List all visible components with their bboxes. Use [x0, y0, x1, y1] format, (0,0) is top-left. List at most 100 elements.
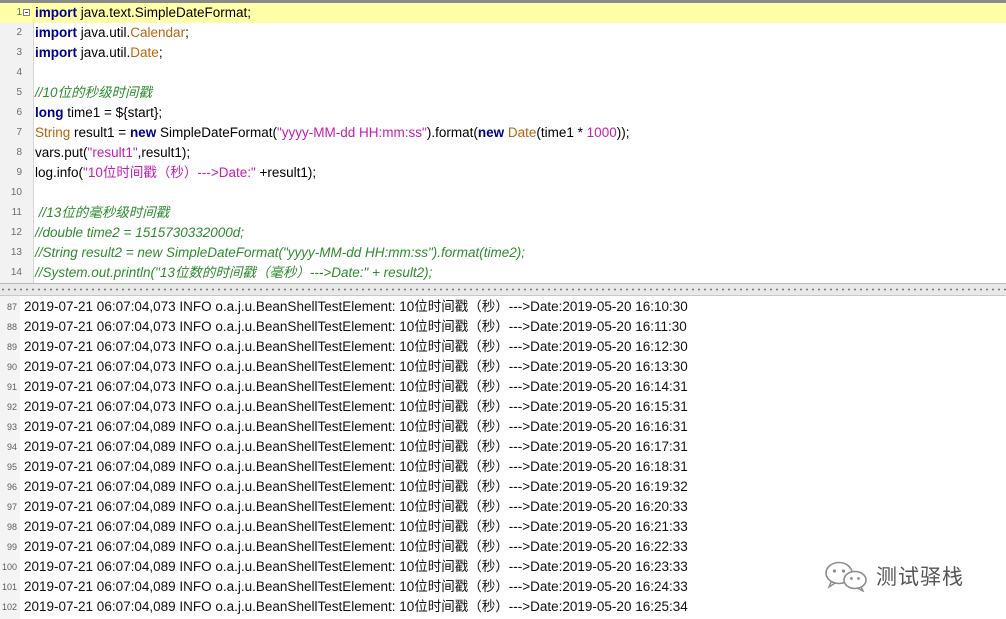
log-line[interactable]: 98 2019-07-21 06:07:04,089 INFO o.a.j.u.B… — [0, 517, 1006, 537]
log-message: 2019-07-21 06:07:04,073 INFO o.a.j.u.Bea… — [24, 399, 688, 414]
watermark: 测试驿栈 — [822, 558, 992, 594]
log-line[interactable]: 96 2019-07-21 06:07:04,089 INFO o.a.j.u.B… — [0, 477, 1006, 497]
log-message: 2019-07-21 06:07:04,089 INFO o.a.j.u.Bea… — [24, 599, 688, 614]
code-token: (time1 * — [536, 125, 587, 140]
line-number: 14 — [10, 267, 22, 278]
code-token: ,result1); — [137, 145, 191, 160]
log-line[interactable]: 92 2019-07-21 06:07:04,073 INFO o.a.j.u.B… — [0, 397, 1006, 417]
log-line[interactable]: 102 2019-07-21 06:07:04,089 INFO o.a.j.u.… — [0, 597, 1006, 617]
code-token: import — [35, 5, 77, 20]
code-token: Calendar — [130, 25, 186, 40]
log-line[interactable]: 95 2019-07-21 06:07:04,089 INFO o.a.j.u.B… — [0, 457, 1006, 477]
code-text[interactable]: log.info("10位时间戳（秒）--->Date:" +result1); — [35, 163, 316, 183]
code-line[interactable]: 6 long time1 = ${start}; — [0, 103, 1006, 123]
log-message: 2019-07-21 06:07:04,073 INFO o.a.j.u.Bea… — [24, 319, 687, 334]
code-text[interactable]: //10位的秒级时间戳 — [35, 83, 152, 103]
code-token: ; — [185, 25, 189, 40]
log-line[interactable]: 89 2019-07-21 06:07:04,073 INFO o.a.j.u.B… — [0, 337, 1006, 357]
pane-splitter[interactable] — [0, 283, 1006, 296]
log-line-number: 101 — [1, 582, 17, 592]
log-line[interactable]: 91 2019-07-21 06:07:04,073 INFO o.a.j.u.B… — [0, 377, 1006, 397]
code-token: log.info( — [35, 165, 84, 180]
log-message: 2019-07-21 06:07:04,089 INFO o.a.j.u.Bea… — [24, 519, 688, 534]
log-message: 2019-07-21 06:07:04,073 INFO o.a.j.u.Bea… — [24, 299, 688, 314]
watermark-text: 测试驿栈 — [876, 565, 964, 589]
code-line[interactable]: 10 — [0, 183, 1006, 203]
code-line[interactable]: 7 String result1 = new SimpleDateFormat("… — [0, 123, 1006, 143]
log-line-number: 97 — [6, 502, 17, 512]
code-token: 1000 — [586, 125, 617, 140]
code-token: java.util. — [77, 45, 131, 60]
code-text[interactable]: String result1 = new SimpleDateFormat("y… — [35, 123, 629, 143]
script-editor[interactable]: 1 import java.text.SimpleDateFormat; 2 impo… — [0, 0, 1006, 283]
log-line[interactable]: 90 2019-07-21 06:07:04,073 INFO o.a.j.u.B… — [0, 357, 1006, 377]
line-number: 5 — [16, 87, 22, 98]
line-number: 7 — [16, 127, 22, 138]
code-text[interactable]: //String result2 = new SimpleDateFormat(… — [35, 243, 525, 263]
log-message: 2019-07-21 06:07:04,073 INFO o.a.j.u.Bea… — [24, 359, 688, 374]
code-line[interactable]: 11 //13位的毫秒级时间戳 — [0, 203, 1006, 223]
code-text[interactable]: //13位的毫秒级时间戳 — [35, 203, 170, 223]
line-number: 12 — [10, 227, 22, 238]
line-number: 9 — [16, 167, 22, 178]
code-line[interactable]: 12 //double time2 = 1515730332000d; — [0, 223, 1006, 243]
splitter-grip — [0, 287, 1006, 292]
code-token: //System.out.println("13位数的时间戳（毫秒）--->Da… — [35, 265, 433, 280]
code-token: java.text.SimpleDateFormat; — [77, 5, 252, 20]
line-number: 4 — [16, 67, 22, 78]
code-token: java.util. — [77, 25, 131, 40]
code-line-current[interactable]: 1 import java.text.SimpleDateFormat; — [0, 3, 1006, 23]
log-line[interactable]: 99 2019-07-21 06:07:04,089 INFO o.a.j.u.B… — [0, 537, 1006, 557]
log-line[interactable]: 97 2019-07-21 06:07:04,089 INFO o.a.j.u.B… — [0, 497, 1006, 517]
code-token: time1 = ${start}; — [63, 105, 163, 120]
log-message: 2019-07-21 06:07:04,089 INFO o.a.j.u.Bea… — [24, 459, 688, 474]
code-token: String — [35, 125, 71, 140]
code-token: import — [35, 25, 77, 40]
code-text[interactable]: import java.util.Date; — [35, 43, 163, 63]
code-token: ; — [158, 45, 163, 60]
log-line-number: 89 — [6, 342, 17, 352]
log-line[interactable]: 88 2019-07-21 06:07:04,073 INFO o.a.j.u.B… — [0, 317, 1006, 337]
code-token: import — [35, 45, 77, 60]
code-text[interactable]: //double time2 = 1515730332000d; — [35, 223, 244, 243]
code-line[interactable]: 4 — [0, 63, 1006, 83]
log-line-number: 100 — [1, 562, 17, 572]
log-line[interactable]: 93 2019-07-21 06:07:04,089 INFO o.a.j.u.B… — [0, 417, 1006, 437]
code-text[interactable]: import java.util.Calendar; — [35, 23, 189, 43]
code-line[interactable]: 8 vars.put("result1",result1); — [0, 143, 1006, 163]
code-line[interactable]: 3 import java.util.Date; — [0, 43, 1006, 63]
code-token: long — [35, 105, 64, 120]
code-token: Date — [507, 125, 537, 140]
code-line[interactable]: 2 import java.util.Calendar; — [0, 23, 1006, 43]
log-line[interactable]: 94 2019-07-21 06:07:04,089 INFO o.a.j.u.B… — [0, 437, 1006, 457]
log-line-number: 102 — [1, 602, 17, 612]
line-number: 13 — [10, 247, 22, 258]
code-token: SimpleDateFormat( — [156, 125, 277, 140]
code-token: result1 = — [70, 125, 130, 140]
code-token: "yyyy-MM-dd HH:mm:ss" — [277, 125, 427, 140]
code-token: +result1); — [255, 165, 317, 180]
code-token: vars.put( — [35, 145, 88, 160]
code-text[interactable]: long time1 = ${start}; — [35, 103, 162, 123]
code-line[interactable]: 9 log.info("10位时间戳（秒）--->Date:" +result1)… — [0, 163, 1006, 183]
code-text[interactable]: //System.out.println("13位数的时间戳（毫秒）--->Da… — [35, 263, 432, 283]
code-line[interactable]: 5 //10位的秒级时间戳 — [0, 83, 1006, 103]
line-number: 10 — [10, 187, 22, 198]
code-text[interactable]: vars.put("result1",result1); — [35, 143, 190, 163]
log-line-number: 95 — [6, 462, 17, 472]
log-line[interactable]: 87 2019-07-21 06:07:04,073 INFO o.a.j.u.B… — [0, 297, 1006, 317]
line-number: 1 — [16, 7, 22, 18]
code-text[interactable]: import java.text.SimpleDateFormat; — [35, 3, 251, 23]
log-message: 2019-07-21 06:07:04,073 INFO o.a.j.u.Bea… — [24, 339, 688, 354]
log-line-number: 94 — [6, 442, 17, 452]
code-token: ).format( — [426, 125, 478, 140]
log-message: 2019-07-21 06:07:04,089 INFO o.a.j.u.Bea… — [24, 539, 688, 554]
log-line-number: 90 — [6, 362, 17, 372]
code-line[interactable]: 14 //System.out.println("13位数的时间戳（毫秒）--->… — [0, 263, 1006, 283]
log-line-number: 87 — [6, 302, 17, 312]
code-token: "10位时间戳（秒）--->Date:" — [83, 165, 256, 180]
fold-toggle-icon[interactable] — [23, 9, 30, 16]
log-message: 2019-07-21 06:07:04,089 INFO o.a.j.u.Bea… — [24, 499, 688, 514]
log-message: 2019-07-21 06:07:04,089 INFO o.a.j.u.Bea… — [24, 479, 688, 494]
code-line[interactable]: 13 //String result2 = new SimpleDateForma… — [0, 243, 1006, 263]
